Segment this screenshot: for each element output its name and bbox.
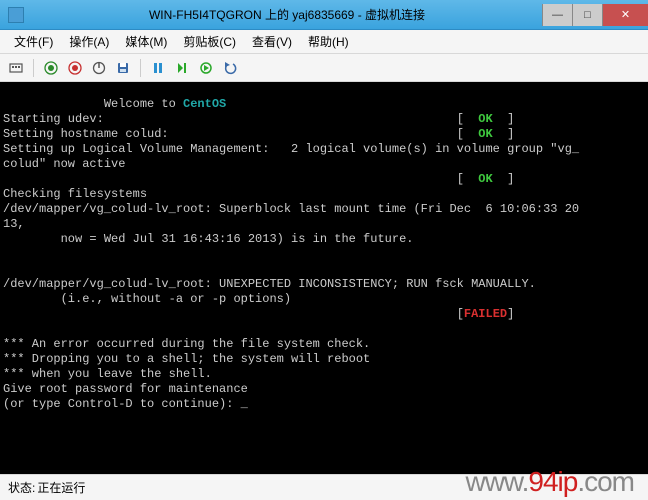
- toolbar: [0, 54, 648, 82]
- console-line: Checking filesystems: [3, 187, 147, 201]
- console-line: *** An error occurred during the file sy…: [3, 337, 370, 351]
- start-button[interactable]: [41, 58, 61, 78]
- menu-clipboard[interactable]: 剪贴板(C): [175, 31, 244, 52]
- console-line: Welcome to CentOS: [3, 97, 226, 111]
- menu-action[interactable]: 操作(A): [61, 31, 117, 52]
- reset-button[interactable]: [172, 58, 192, 78]
- maximize-button[interactable]: □: [572, 4, 602, 26]
- console-line: 13,: [3, 217, 25, 231]
- checkpoint-button[interactable]: [196, 58, 216, 78]
- console-line: /dev/mapper/vg_colud-lv_root: Superblock…: [3, 202, 579, 216]
- close-button[interactable]: ✕: [602, 4, 648, 26]
- save-button[interactable]: [113, 58, 133, 78]
- console-line: [3, 262, 10, 276]
- turnoff-button[interactable]: [65, 58, 85, 78]
- console-line: Give root password for maintenance: [3, 382, 248, 396]
- console-line: [3, 247, 10, 261]
- window-controls: — □ ✕: [542, 4, 648, 26]
- console-line: [ OK ]: [3, 172, 514, 186]
- status-label: 状态:: [8, 479, 35, 496]
- pause-button[interactable]: [148, 58, 168, 78]
- ctrl-alt-del-button[interactable]: [6, 58, 26, 78]
- console-line: Setting hostname colud: [ OK ]: [3, 127, 514, 141]
- window-title: WIN-FH5I4TQGRON 上的 yaj6835669 - 虚拟机连接: [32, 6, 542, 23]
- menubar: 文件(F) 操作(A) 媒体(M) 剪贴板(C) 查看(V) 帮助(H): [0, 30, 648, 54]
- console-line: *** Dropping you to a shell; the system …: [3, 352, 370, 366]
- menu-help[interactable]: 帮助(H): [300, 31, 357, 52]
- toolbar-separator: [33, 59, 34, 77]
- revert-button[interactable]: [220, 58, 240, 78]
- app-icon: [8, 7, 24, 23]
- console-line: Starting udev: [ OK ]: [3, 112, 514, 126]
- console-line: [FAILED]: [3, 307, 514, 321]
- console-line: /dev/mapper/vg_colud-lv_root: UNEXPECTED…: [3, 277, 536, 291]
- console-line: (or type Control-D to continue): _: [3, 397, 248, 411]
- console-line: (i.e., without -a or -p options): [3, 292, 291, 306]
- console-output[interactable]: Welcome to CentOS Starting udev: [ OK ] …: [0, 82, 648, 474]
- status-value: 正在运行: [37, 479, 85, 496]
- cursor: _: [241, 397, 248, 411]
- watermark: www.94ip.com: [465, 466, 634, 498]
- toolbar-separator: [140, 59, 141, 77]
- console-line: Setting up Logical Volume Management: 2 …: [3, 142, 579, 156]
- console-line: colud" now active: [3, 157, 125, 171]
- minimize-button[interactable]: —: [542, 4, 572, 26]
- shutdown-button[interactable]: [89, 58, 109, 78]
- console-line: [3, 322, 10, 336]
- menu-file[interactable]: 文件(F): [6, 31, 61, 52]
- console-line: *** when you leave the shell.: [3, 367, 212, 381]
- menu-view[interactable]: 查看(V): [244, 31, 300, 52]
- menu-media[interactable]: 媒体(M): [117, 31, 175, 52]
- window-titlebar: WIN-FH5I4TQGRON 上的 yaj6835669 - 虚拟机连接 — …: [0, 0, 648, 30]
- console-line: now = Wed Jul 31 16:43:16 2013) is in th…: [3, 232, 413, 246]
